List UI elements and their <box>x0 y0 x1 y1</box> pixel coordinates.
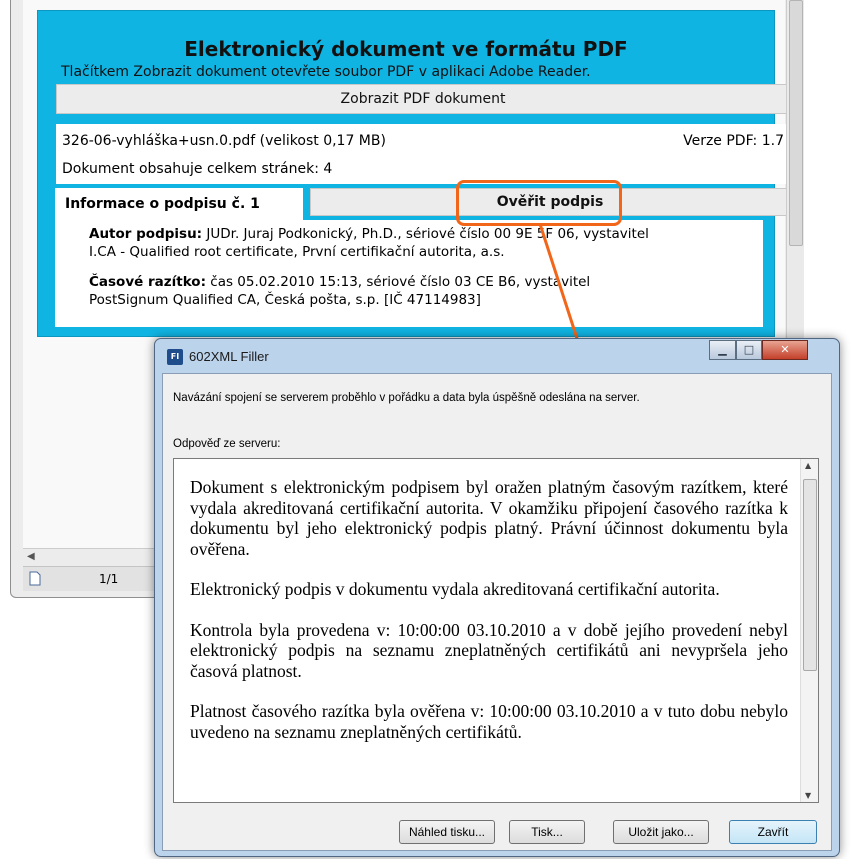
scroll-up-icon[interactable]: ▲ <box>805 461 811 470</box>
close-window-button[interactable]: ✕ <box>762 340 808 360</box>
minimize-icon: ▁ <box>718 343 727 356</box>
scrollbar-thumb[interactable] <box>789 0 803 246</box>
timestamp-line: Časové razítko: čas 05.02.2010 15:13, sé… <box>89 274 590 290</box>
status-message: Navázání spojení se serverem proběhlo v … <box>173 392 640 404</box>
dialog-titlebar[interactable]: FI 602XML Filler ▁ □ ✕ <box>155 339 839 373</box>
server-reply-box[interactable]: Dokument s elektronickým podpisem byl or… <box>173 458 819 803</box>
maximize-icon: □ <box>743 343 755 356</box>
page-icon <box>29 571 41 586</box>
verify-highlight-frame <box>456 180 622 226</box>
author-line-2: I.CA - Qualified root certificate, První… <box>89 244 505 260</box>
save-as-button[interactable]: Uložit jako... <box>613 820 709 844</box>
page-indicator: 1/1 <box>99 572 119 586</box>
author-value: JUDr. Juraj Podkonický, Ph.D., sériové č… <box>206 226 649 242</box>
page-count: Dokument obsahuje celkem stránek: 4 <box>62 161 333 177</box>
close-button[interactable]: Zavřít <box>729 820 817 844</box>
scroll-left-icon[interactable]: ◀ <box>27 551 35 562</box>
reply-paragraph: Kontrola byla provedena v: 10:00:00 03.1… <box>190 619 788 681</box>
dialog-client: Navázání spojení se serverem proběhlo v … <box>162 373 832 851</box>
author-line: Autor podpisu: JUDr. Juraj Podkonický, P… <box>89 226 649 242</box>
scroll-down-icon[interactable]: ▼ <box>805 791 811 800</box>
panel-subtitle: Tlačítkem Zobrazit dokument otevřete sou… <box>61 64 591 80</box>
signature-tab[interactable]: Informace o podpisu č. 1 <box>55 188 303 220</box>
close-icon: ✕ <box>780 343 790 356</box>
timestamp-line-2: PostSignum Qualified CA, Česká pošta, s.… <box>89 292 481 308</box>
filler-dialog: FI 602XML Filler ▁ □ ✕ Navázání spojení … <box>154 338 840 857</box>
maximize-button[interactable]: □ <box>736 340 762 360</box>
reply-paragraph: Elektronický podpis v dokumentu vydala a… <box>190 579 720 599</box>
show-pdf-button[interactable]: Zobrazit PDF dokument <box>56 84 790 114</box>
minimize-button[interactable]: ▁ <box>709 340 736 360</box>
app-icon: FI <box>167 349 183 365</box>
pdf-version: Verze PDF: 1.7 <box>683 133 784 149</box>
panel-title: Elektronický dokument ve formátu PDF <box>184 37 628 61</box>
timestamp-label: Časové razítko: <box>89 274 206 290</box>
file-name-size: 326-06-vyhláška+usn.0.pdf (velikost 0,17… <box>62 133 386 149</box>
reply-label: Odpověď ze serveru: <box>173 438 281 450</box>
file-info-box: 326-06-vyhláška+usn.0.pdf (velikost 0,17… <box>56 124 790 184</box>
print-button[interactable]: Tisk... <box>509 820 585 844</box>
server-reply-text: Dokument s elektronickým podpisem byl or… <box>190 477 788 762</box>
reply-paragraph: Dokument s elektronickým podpisem byl or… <box>190 477 788 559</box>
dialog-title: 602XML Filler <box>189 349 269 364</box>
author-label: Autor podpisu: <box>89 226 203 242</box>
timestamp-value: čas 05.02.2010 15:13, sériové číslo 03 C… <box>210 274 591 290</box>
print-preview-button[interactable]: Náhled tisku... <box>399 820 495 844</box>
reply-scrollbar[interactable]: ▲ ▼ <box>800 459 818 802</box>
reply-scrollbar-thumb[interactable] <box>803 479 817 671</box>
signature-details: Autor podpisu: JUDr. Juraj Podkonický, P… <box>55 220 763 327</box>
reply-paragraph: Platnost časového razítka byla ověřena v… <box>190 701 788 742</box>
